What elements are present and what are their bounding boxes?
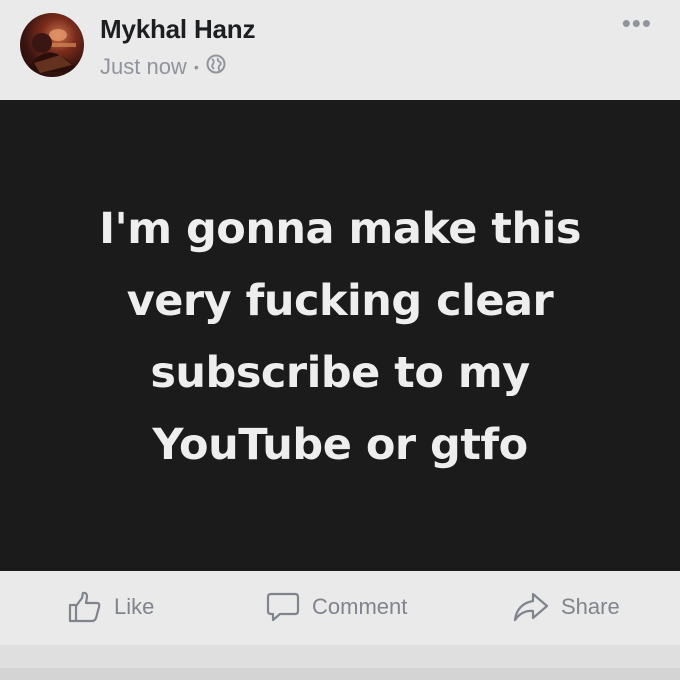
timestamp[interactable]: Just now (100, 54, 187, 80)
author-name[interactable]: Mykhal Hanz (100, 14, 255, 45)
avatar[interactable] (20, 13, 84, 77)
share-button[interactable]: Share (513, 591, 620, 623)
post-header: Mykhal Hanz Just now • ••• (0, 0, 680, 100)
share-label: Share (561, 594, 620, 619)
status-line: I'm gonna make this (99, 203, 581, 254)
facebook-post: Mykhal Hanz Just now • ••• I'm gonna mak… (0, 0, 680, 668)
status-background: I'm gonna make this very fucking clear s… (0, 100, 680, 571)
comment-icon (266, 591, 300, 623)
feed-divider (0, 645, 680, 680)
status-text: I'm gonna make this very fucking clear s… (60, 193, 620, 481)
status-line: very fucking clear (126, 275, 554, 326)
like-button[interactable]: Like (68, 591, 154, 623)
like-label: Like (114, 594, 155, 619)
more-options-icon[interactable]: ••• (622, 10, 652, 36)
comment-button[interactable]: Comment (266, 591, 407, 623)
share-arrow-icon (513, 591, 549, 623)
comment-label: Comment (312, 594, 408, 619)
status-line: subscribe to my (150, 347, 530, 398)
globe-icon (206, 54, 226, 80)
feed-divider-shadow (0, 668, 680, 680)
meta-separator: • (193, 59, 199, 75)
thumbs-up-icon (68, 591, 102, 623)
post-meta: Just now • (100, 54, 226, 80)
status-line: YouTube or gtfo (152, 419, 528, 470)
post-actions-bar: Like Comment Share (0, 571, 680, 645)
